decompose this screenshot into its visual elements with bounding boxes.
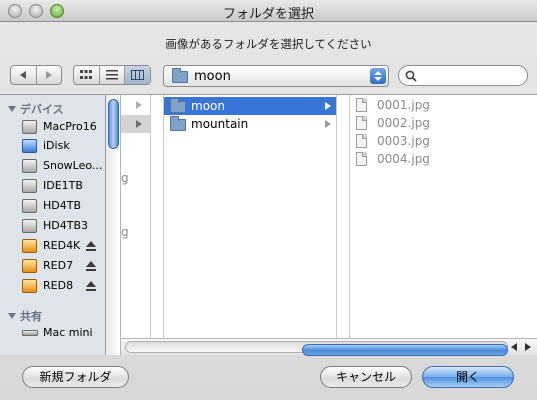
column-horizontal-scrollbar[interactable] (121, 338, 537, 356)
list-item-moon[interactable]: moon (164, 97, 336, 115)
truncated-item-text: g (121, 225, 129, 239)
column-browser: g g || moon mountain || 0001.jpg 0002.jp… (121, 94, 537, 338)
forward-button[interactable] (37, 66, 62, 84)
open-button[interactable]: 開く (422, 366, 514, 388)
sidebar-item-ide1tb[interactable]: IDE1TB (22, 177, 104, 195)
eject-icon[interactable] (86, 241, 96, 251)
view-mode-control (73, 65, 151, 85)
column-view-icon (131, 70, 145, 80)
popup-arrows-icon (370, 68, 386, 84)
sidebar-header-shared[interactable]: 共有 (8, 308, 42, 324)
file-column: 0001.jpg 0002.jpg 0003.jpg 0004.jpg || (350, 95, 537, 338)
search-field[interactable] (398, 65, 528, 86)
arrow-right-icon (45, 71, 52, 79)
image-file-icon (356, 134, 367, 148)
sidebar: デバイス MacPro16 iDisk SnowLeo... IDE1TB HD… (0, 94, 106, 355)
mac-mini-icon (22, 330, 38, 336)
list-item-file[interactable]: 0001.jpg (350, 96, 530, 114)
sidebar-item-red8[interactable]: RED8 (22, 277, 104, 295)
disclosure-triangle-icon (8, 106, 16, 112)
list-view-button[interactable] (100, 66, 126, 84)
cancel-button[interactable]: キャンセル (320, 366, 412, 388)
sidebar-scrollbar[interactable] (106, 94, 121, 355)
search-input[interactable] (421, 68, 519, 83)
scroll-right-button[interactable] (525, 343, 531, 351)
idisk-icon (22, 139, 37, 153)
list-view-icon (106, 70, 118, 80)
search-icon (405, 70, 417, 82)
hard-drive-icon (22, 159, 37, 173)
sidebar-item-red4k[interactable]: RED4K (22, 237, 104, 255)
back-forward-control (10, 65, 62, 85)
image-file-icon (356, 98, 367, 112)
image-file-icon (356, 152, 367, 166)
list-item-file[interactable]: 0003.jpg (350, 132, 530, 150)
scroll-left-button[interactable] (511, 343, 517, 351)
sidebar-item-mac-mini[interactable]: Mac mini (22, 324, 104, 342)
new-folder-button[interactable]: 新規フォルダ (22, 366, 129, 388)
truncated-item-text: g (121, 171, 129, 185)
disclosure-triangle-icon (8, 313, 16, 319)
list-item-file[interactable]: 0002.jpg (350, 114, 530, 132)
sidebar-scroll-thumb[interactable] (108, 99, 119, 149)
title-bar: フォルダを選択 (0, 0, 537, 22)
list-item-mountain[interactable]: mountain (164, 115, 336, 133)
location-value: moon (194, 69, 231, 84)
sidebar-item-snowleo[interactable]: SnowLeo... (22, 157, 104, 175)
chevron-right-icon (136, 101, 142, 109)
icon-view-icon (80, 70, 93, 79)
chevron-right-icon (325, 102, 331, 110)
internal-disk-icon (22, 120, 37, 134)
hard-drive-icon (22, 219, 37, 233)
scroll-thumb[interactable] (302, 344, 508, 356)
sidebar-item-hd4tb[interactable]: HD4TB (22, 197, 104, 215)
external-drive-icon (22, 259, 37, 273)
icon-view-button[interactable] (74, 66, 100, 84)
eject-icon[interactable] (86, 281, 96, 291)
hard-drive-icon (22, 199, 37, 213)
sidebar-header-devices[interactable]: デバイス (8, 101, 64, 117)
sidebar-item-macpro16[interactable]: MacPro16 (22, 118, 104, 136)
sidebar-item-red7[interactable]: RED7 (22, 257, 104, 275)
folder-icon (170, 98, 186, 113)
list-item-file[interactable]: 0004.jpg (350, 150, 530, 168)
external-drive-icon (22, 239, 37, 253)
folder-column: moon mountain || (164, 95, 336, 338)
sidebar-item-hd4tb3[interactable]: HD4TB3 (22, 217, 104, 235)
eject-icon[interactable] (86, 261, 96, 271)
folder-icon (170, 116, 186, 131)
chevron-right-icon (325, 120, 331, 128)
hard-drive-icon (22, 179, 37, 193)
arrow-left-icon (20, 71, 27, 79)
dialog-prompt: 画像があるフォルダを選択してください (165, 37, 372, 51)
back-button[interactable] (11, 66, 37, 84)
location-popup[interactable]: moon (163, 65, 389, 87)
scroll-track[interactable] (125, 341, 508, 356)
column-view-button[interactable] (125, 66, 151, 84)
sidebar-item-idisk[interactable]: iDisk (22, 137, 104, 155)
external-drive-icon (22, 279, 37, 293)
column-divider (150, 95, 151, 338)
folder-icon (172, 68, 188, 83)
image-file-icon (356, 116, 367, 130)
column-divider (336, 95, 337, 338)
previous-column-selection[interactable] (121, 115, 151, 133)
previous-column: g g || (121, 95, 151, 338)
chevron-right-icon (136, 120, 142, 128)
window-title: フォルダを選択 (222, 7, 314, 22)
